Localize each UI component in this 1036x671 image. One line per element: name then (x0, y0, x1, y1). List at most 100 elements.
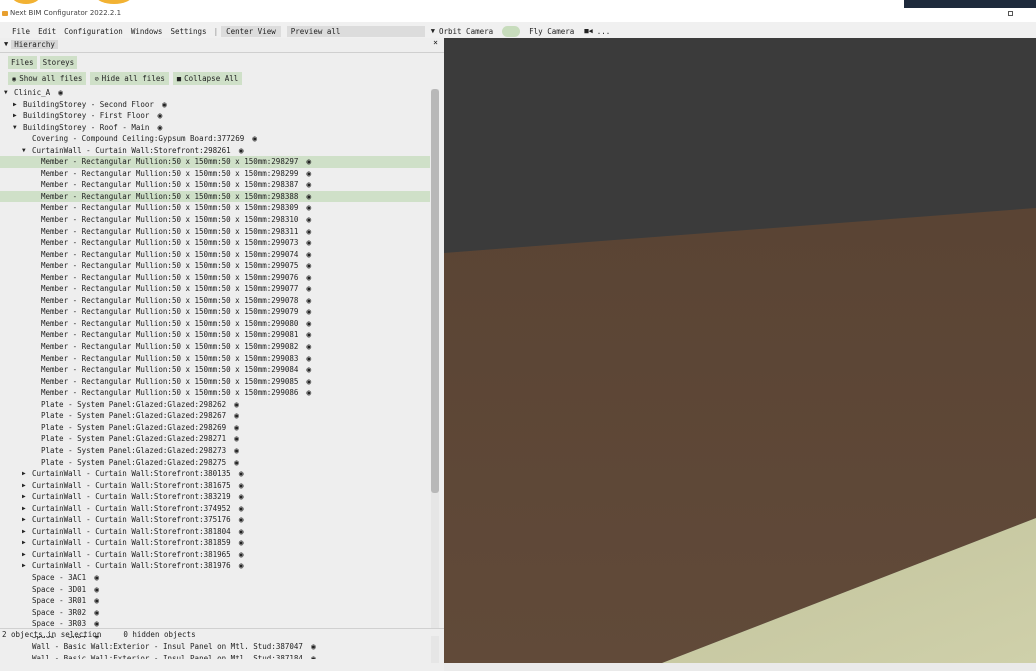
eye-icon[interactable]: ◉ (306, 376, 311, 388)
tree-row[interactable]: Member - Rectangular Mullion:50 x 150mm:… (0, 260, 430, 272)
eye-icon[interactable]: ◉ (306, 237, 311, 249)
tree-row[interactable]: ▶ CurtainWall - Curtain Wall:Storefront:3… (0, 480, 430, 492)
eye-icon[interactable]: ◉ (234, 445, 239, 457)
video-camera-icon[interactable]: ■◀ (584, 27, 592, 35)
caret-right-icon[interactable]: ▶ (13, 110, 23, 122)
tree-row[interactable]: Member - Rectangular Mullion:50 x 150mm:… (0, 318, 430, 330)
tree-row[interactable]: Member - Rectangular Mullion:50 x 150mm:… (0, 237, 430, 249)
hide-all-files-button[interactable]: ⊘ Hide all files (90, 72, 169, 85)
tree-row[interactable]: ▶ CurtainWall - Curtain Wall:Storefront:3… (0, 526, 430, 538)
eye-icon[interactable]: ◉ (306, 156, 311, 168)
eye-icon[interactable]: ◉ (306, 318, 311, 330)
tree-row[interactable]: Member - Rectangular Mullion:50 x 150mm:… (0, 306, 430, 318)
eye-icon[interactable]: ◉ (239, 145, 244, 157)
tab-storeys[interactable]: Storeys (39, 56, 78, 69)
menu-windows[interactable]: Windows (127, 27, 167, 36)
tree-row[interactable]: ▼ CurtainWall - Curtain Wall:Storefront:2… (0, 145, 430, 157)
tree-row[interactable]: Member - Rectangular Mullion:50 x 150mm:… (0, 272, 430, 284)
tree-row[interactable]: Member - Rectangular Mullion:50 x 150mm:… (0, 214, 430, 226)
tree-row[interactable]: Space - 3D01 ◉ (0, 584, 430, 596)
caret-right-icon[interactable]: ▶ (13, 99, 23, 111)
3d-viewport[interactable] (444, 38, 1036, 663)
scrollbar-thumb[interactable] (431, 89, 439, 493)
tree-row[interactable]: ▶ CurtainWall - Curtain Wall:Storefront:3… (0, 514, 430, 526)
tree-row[interactable]: Plate - System Panel:Glazed:Glazed:29826… (0, 410, 430, 422)
eye-icon[interactable]: ◉ (311, 641, 316, 653)
preview-dropdown[interactable]: Preview all (286, 25, 425, 37)
tree-row[interactable]: Member - Rectangular Mullion:50 x 150mm:… (0, 295, 430, 307)
caret-right-icon[interactable]: ▶ (22, 503, 32, 515)
tree-row[interactable]: Plate - System Panel:Glazed:Glazed:29827… (0, 433, 430, 445)
eye-icon[interactable]: ◉ (239, 526, 244, 538)
camera-mode-toggle[interactable] (502, 25, 521, 37)
tree-row[interactable]: ▶ BuildingStorey - Second Floor ◉ (0, 99, 430, 111)
eye-icon[interactable]: ◉ (306, 341, 311, 353)
eye-icon[interactable]: ◉ (239, 503, 244, 515)
caret-right-icon[interactable]: ▶ (22, 514, 32, 526)
tree-row[interactable]: Member - Rectangular Mullion:50 x 150mm:… (0, 179, 430, 191)
eye-icon[interactable]: ◉ (306, 387, 311, 399)
caret-right-icon[interactable]: ▶ (22, 526, 32, 538)
tree-row[interactable]: Member - Rectangular Mullion:50 x 150mm:… (0, 364, 430, 376)
eye-icon[interactable]: ◉ (234, 433, 239, 445)
hierarchy-header[interactable]: ▼ Hierarchy (0, 38, 444, 50)
tree-row[interactable]: Member - Rectangular Mullion:50 x 150mm:… (0, 283, 430, 295)
eye-icon[interactable]: ◉ (239, 549, 244, 561)
menu-settings[interactable]: Settings (166, 27, 210, 36)
tree-row[interactable]: Member - Rectangular Mullion:50 x 150mm:… (0, 387, 430, 399)
eye-icon[interactable]: ◉ (94, 595, 99, 607)
tree-row[interactable]: ▼ BuildingStorey - Roof - Main ◉ (0, 122, 430, 134)
caret-right-icon[interactable]: ▶ (22, 480, 32, 492)
eye-icon[interactable]: ◉ (239, 514, 244, 526)
close-panel-button[interactable]: × (433, 38, 438, 47)
eye-icon[interactable]: ◉ (58, 87, 63, 99)
eye-icon[interactable]: ◉ (306, 191, 311, 203)
eye-icon[interactable]: ◉ (306, 353, 311, 365)
eye-icon[interactable]: ◉ (306, 329, 311, 341)
collapse-all-button[interactable]: ■ Collapse All (172, 72, 243, 85)
tree-row[interactable]: ▶ CurtainWall - Curtain Wall:Storefront:3… (0, 468, 430, 480)
caret-down-icon[interactable]: ▼ (4, 87, 14, 99)
eye-icon[interactable]: ◉ (306, 272, 311, 284)
eye-icon[interactable]: ◉ (94, 572, 99, 584)
caret-right-icon[interactable]: ▶ (22, 491, 32, 503)
eye-icon[interactable]: ◉ (306, 214, 311, 226)
eye-icon[interactable]: ◉ (162, 99, 167, 111)
tree-row[interactable]: Space - 3R01 ◉ (0, 595, 430, 607)
tree-row[interactable]: ▶ CurtainWall - Curtain Wall:Storefront:3… (0, 503, 430, 515)
eye-icon[interactable]: ◉ (157, 110, 162, 122)
caret-right-icon[interactable]: ▶ (22, 560, 32, 572)
eye-icon[interactable]: ◉ (306, 202, 311, 214)
tree-row[interactable]: Member - Rectangular Mullion:50 x 150mm:… (0, 168, 430, 180)
eye-icon[interactable]: ◉ (306, 364, 311, 376)
eye-icon[interactable]: ◉ (239, 560, 244, 572)
eye-icon[interactable]: ◉ (306, 179, 311, 191)
menu-configuration[interactable]: Configuration (60, 27, 127, 36)
caret-right-icon[interactable]: ▶ (22, 468, 32, 480)
tree-row[interactable]: Plate - System Panel:Glazed:Glazed:29826… (0, 422, 430, 434)
tree-row[interactable]: Space - 3AC1 ◉ (0, 572, 430, 584)
eye-icon[interactable]: ◉ (306, 260, 311, 272)
eye-icon[interactable]: ◉ (234, 422, 239, 434)
tree-row[interactable]: Wall - Basic Wall:Exterior - Insul Panel… (0, 653, 430, 659)
tree-row[interactable]: Covering - Compound Ceiling:Gypsum Board… (0, 133, 430, 145)
eye-icon[interactable]: ◉ (94, 584, 99, 596)
menu-file[interactable]: File (0, 27, 34, 36)
eye-icon[interactable]: ◉ (306, 283, 311, 295)
eye-icon[interactable]: ◉ (239, 480, 244, 492)
tab-files[interactable]: Files (8, 56, 37, 69)
menu-edit[interactable]: Edit (34, 27, 60, 36)
eye-icon[interactable]: ◉ (234, 457, 239, 469)
tree-row[interactable]: Member - Rectangular Mullion:50 x 150mm:… (0, 156, 430, 168)
tree-row[interactable]: Plate - System Panel:Glazed:Glazed:29827… (0, 445, 430, 457)
tree-row[interactable]: ▶ CurtainWall - Curtain Wall:Storefront:3… (0, 491, 430, 503)
tree-row[interactable]: Wall - Basic Wall:Exterior - Insul Panel… (0, 641, 430, 653)
more-menu-button[interactable]: ... (593, 27, 615, 36)
eye-icon[interactable]: ◉ (239, 491, 244, 503)
tree-row[interactable]: ▶ CurtainWall - Curtain Wall:Storefront:3… (0, 537, 430, 549)
show-all-files-button[interactable]: ◉ Show all files (8, 72, 87, 85)
eye-icon[interactable]: ◉ (306, 168, 311, 180)
eye-icon[interactable]: ◉ (306, 306, 311, 318)
tree-row[interactable]: Member - Rectangular Mullion:50 x 150mm:… (0, 202, 430, 214)
eye-icon[interactable]: ◉ (252, 133, 257, 145)
